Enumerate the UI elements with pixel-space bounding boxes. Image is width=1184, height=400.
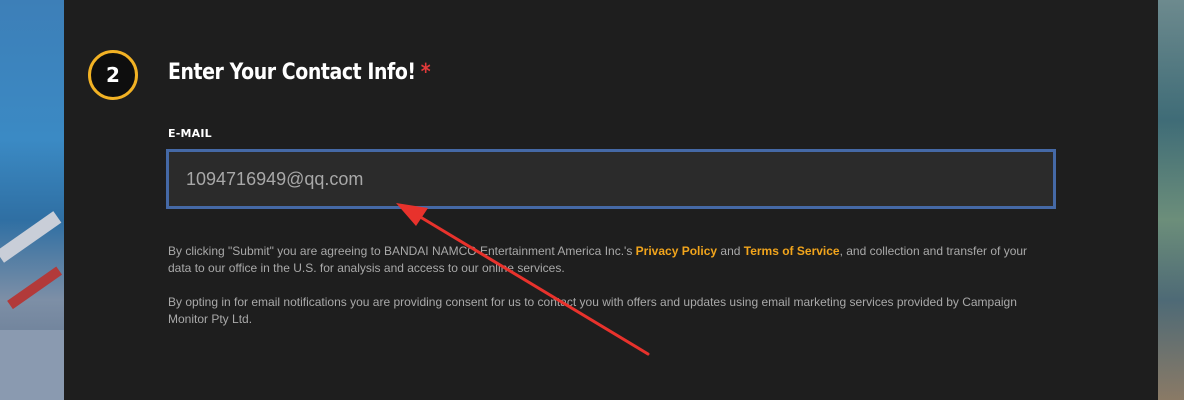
background-artwork-left: [0, 0, 64, 400]
email-label: E-MAIL: [168, 127, 212, 140]
email-optin-notice: By opting in for email notifications you…: [168, 295, 1017, 326]
email-field[interactable]: [166, 149, 1056, 209]
background-artwork-right: [1158, 0, 1184, 400]
legal-text-intro: By clicking "Submit" you are agreeing to…: [168, 244, 636, 258]
required-asterisk: *: [420, 60, 431, 85]
privacy-policy-link[interactable]: Privacy Policy: [636, 244, 717, 258]
section-title-text: Enter Your Contact Info!: [168, 60, 416, 85]
terms-of-service-link[interactable]: Terms of Service: [744, 244, 840, 258]
step-number-badge: 2: [88, 50, 138, 100]
page: 2 Enter Your Contact Info!* E-MAIL By cl…: [0, 0, 1184, 400]
section-title: Enter Your Contact Info! *: [168, 60, 431, 85]
legal-text-and: and: [717, 244, 744, 258]
step-number: 2: [106, 63, 120, 87]
legal-consent-text: By clicking "Submit" you are agreeing to…: [168, 243, 1048, 277]
